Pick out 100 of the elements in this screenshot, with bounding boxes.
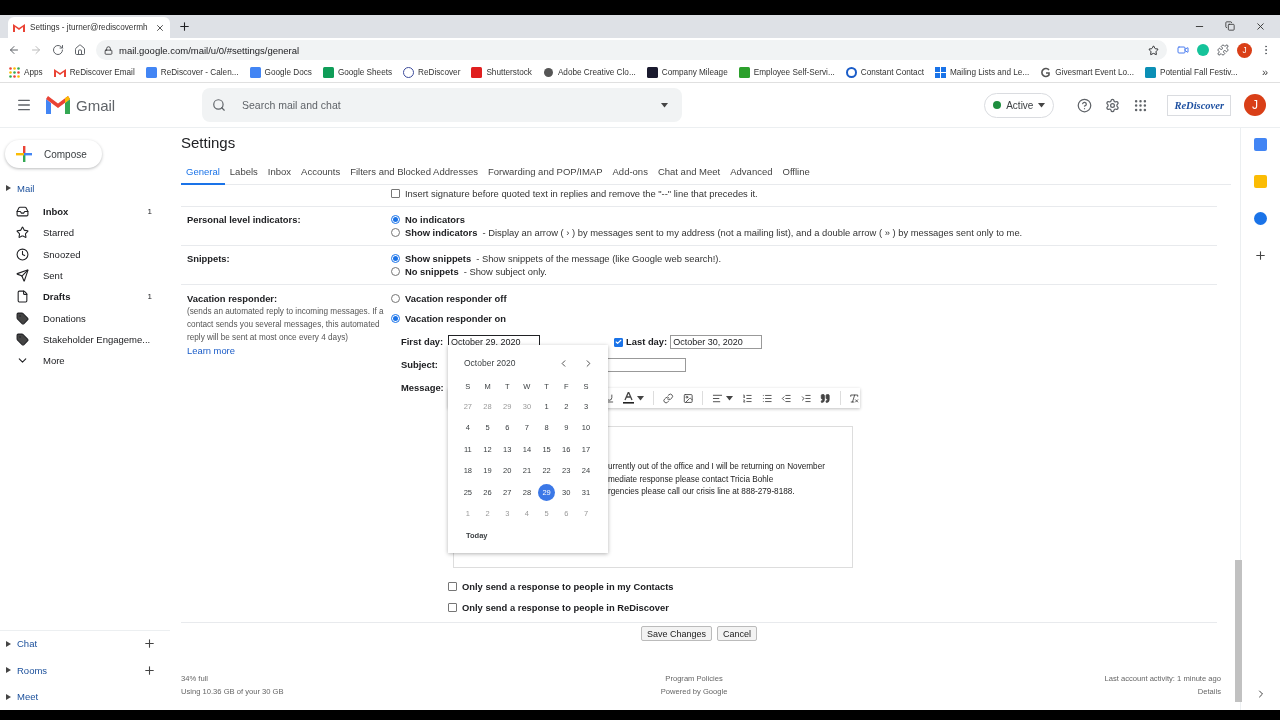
help-icon[interactable]	[1077, 97, 1093, 113]
settings-tab[interactable]: Advanced	[725, 159, 778, 185]
account-avatar[interactable]: J	[1244, 94, 1266, 116]
plus-icon	[16, 146, 32, 162]
bookmark[interactable]: ReDiscover - Calen...	[145, 66, 239, 78]
close-icon[interactable]	[1255, 21, 1266, 32]
remove-formatting-icon[interactable]	[849, 392, 860, 404]
menu-icon[interactable]	[16, 97, 32, 113]
settings-tab[interactable]: Filters and Blocked Addresses	[345, 159, 483, 185]
section-label[interactable]: Rooms	[17, 664, 137, 676]
settings-tab[interactable]: General	[181, 159, 225, 185]
apps-icon[interactable]	[1133, 97, 1149, 113]
reload-icon[interactable]	[52, 44, 64, 56]
add-icon[interactable]	[143, 663, 156, 677]
radio-button[interactable]	[391, 228, 400, 237]
bookmark[interactable]: ReDiscover	[403, 66, 461, 78]
checkbox[interactable]	[448, 582, 457, 591]
bookmark[interactable]: Google Docs	[249, 66, 312, 78]
settings-tab[interactable]: Chat and Meet	[652, 159, 726, 185]
bookmark[interactable]: Employee Self-Servi...	[738, 66, 835, 78]
document-icon	[249, 66, 261, 78]
profile-avatar[interactable]: J	[1237, 42, 1252, 58]
sidebar-item[interactable]: Inbox 1	[0, 201, 170, 223]
video-icon[interactable]	[1177, 44, 1189, 56]
bookmark[interactable]: ReDiscover Email	[53, 67, 135, 77]
back-icon[interactable]	[8, 44, 20, 56]
checkbox[interactable]	[448, 603, 457, 612]
search-icon[interactable]	[212, 98, 226, 112]
bookmark[interactable]: Shutterstock	[471, 66, 532, 78]
checkbox[interactable]	[391, 189, 400, 198]
quote-icon[interactable]	[820, 392, 831, 404]
settings-tab[interactable]: Accounts	[296, 159, 346, 185]
bookmark[interactable]: Company Mileage	[646, 66, 728, 78]
status-button[interactable]: Active	[984, 92, 1055, 118]
caret-icon[interactable]	[6, 185, 11, 191]
radio-button[interactable]	[391, 254, 400, 263]
date-field[interactable]: October 30, 2020	[670, 335, 763, 349]
section-label[interactable]: Chat	[17, 638, 137, 650]
sidebar-item[interactable]: Snoozed	[0, 243, 170, 265]
save-button[interactable]: Save Changes	[640, 626, 712, 641]
align-icon[interactable]	[712, 392, 724, 404]
tab-title: Settings - jturner@rediscovermh	[30, 23, 149, 32]
browser-tab[interactable]: Settings - jturner@rediscovermh	[8, 17, 170, 38]
compose-button[interactable]: Compose	[5, 140, 102, 168]
text-color-icon[interactable]	[623, 392, 635, 404]
add-icon[interactable]	[143, 637, 156, 651]
home-icon[interactable]	[74, 44, 86, 56]
settings-icon[interactable]	[1105, 97, 1121, 113]
numbered-list-icon[interactable]	[742, 392, 753, 404]
bookmark[interactable]: Google Sheets	[322, 66, 393, 78]
field-label: Last day:	[626, 335, 668, 349]
indent-more-icon[interactable]	[800, 392, 812, 404]
cancel-button[interactable]: Cancel	[717, 626, 758, 641]
message-text: mediate response please contact Tricia Bohle	[608, 473, 775, 486]
bookmark[interactable]: Constant Contact	[845, 66, 924, 78]
apps-grid-icon	[9, 66, 20, 78]
sidebar-item[interactable]: Drafts 1	[0, 286, 170, 308]
sidebar-item[interactable]: More	[0, 350, 170, 372]
settings-tab[interactable]: Forwarding and POP/IMAP	[482, 159, 608, 185]
radio-button[interactable]	[391, 294, 400, 303]
bookmark[interactable]: Givesmart Event Lo...	[1040, 66, 1134, 78]
search-bar[interactable]: Search mail and chat	[202, 88, 682, 122]
close-icon[interactable]	[155, 22, 165, 33]
more-bookmarks[interactable]: »	[1261, 66, 1280, 78]
indent-less-icon[interactable]	[781, 392, 792, 404]
restore-icon[interactable]	[1225, 21, 1235, 31]
search-field[interactable]: Search mail and chat	[240, 98, 647, 112]
sidebar-item[interactable]: Stakeholder Engageme...	[0, 328, 170, 351]
caret-icon[interactable]	[6, 640, 11, 647]
sidebar-item[interactable]: Starred	[0, 222, 170, 244]
section-label[interactable]: Meet	[17, 691, 156, 703]
link-icon[interactable]	[663, 392, 674, 404]
bulleted-list-icon[interactable]	[761, 392, 773, 404]
puzzle-icon[interactable]	[1217, 44, 1229, 56]
radio-button[interactable]	[391, 215, 400, 224]
caret-icon	[726, 395, 734, 401]
task-icon[interactable]	[1254, 212, 1267, 225]
caret-icon[interactable]	[6, 693, 11, 700]
address-bar[interactable]: mail.google.com/mail/u/0/#settings/general	[96, 40, 1167, 60]
settings-tab[interactable]: Inbox	[262, 159, 297, 185]
radio-button[interactable]	[391, 267, 400, 276]
bookmark[interactable]: Potential Fall Festiv...	[1144, 66, 1238, 78]
caret-icon[interactable]	[6, 667, 11, 674]
new-tab-icon[interactable]	[178, 20, 191, 33]
bookmark[interactable]: Adobe Creative Clo...	[542, 66, 636, 78]
sidebar-item[interactable]: Sent	[0, 264, 170, 287]
settings-tab[interactable]: Add-ons	[607, 159, 653, 185]
radio-button[interactable]	[391, 314, 400, 323]
star-icon[interactable]	[1148, 44, 1159, 56]
bookmark[interactable]: Apps	[9, 66, 43, 78]
image-icon[interactable]	[682, 392, 694, 404]
add-icon[interactable]	[1254, 249, 1267, 262]
learn-more-link[interactable]: Learn more	[187, 344, 235, 357]
settings-tab[interactable]: Labels	[224, 159, 263, 185]
bookmark[interactable]: Mailing Lists and Le...	[935, 66, 1030, 78]
scrollbar-thumb[interactable]	[1235, 560, 1242, 702]
checkbox[interactable]	[614, 337, 623, 347]
sidebar-item[interactable]: Donations	[0, 307, 170, 329]
section-label[interactable]: Mail	[17, 182, 156, 194]
settings-tab[interactable]: Offline	[777, 159, 815, 185]
